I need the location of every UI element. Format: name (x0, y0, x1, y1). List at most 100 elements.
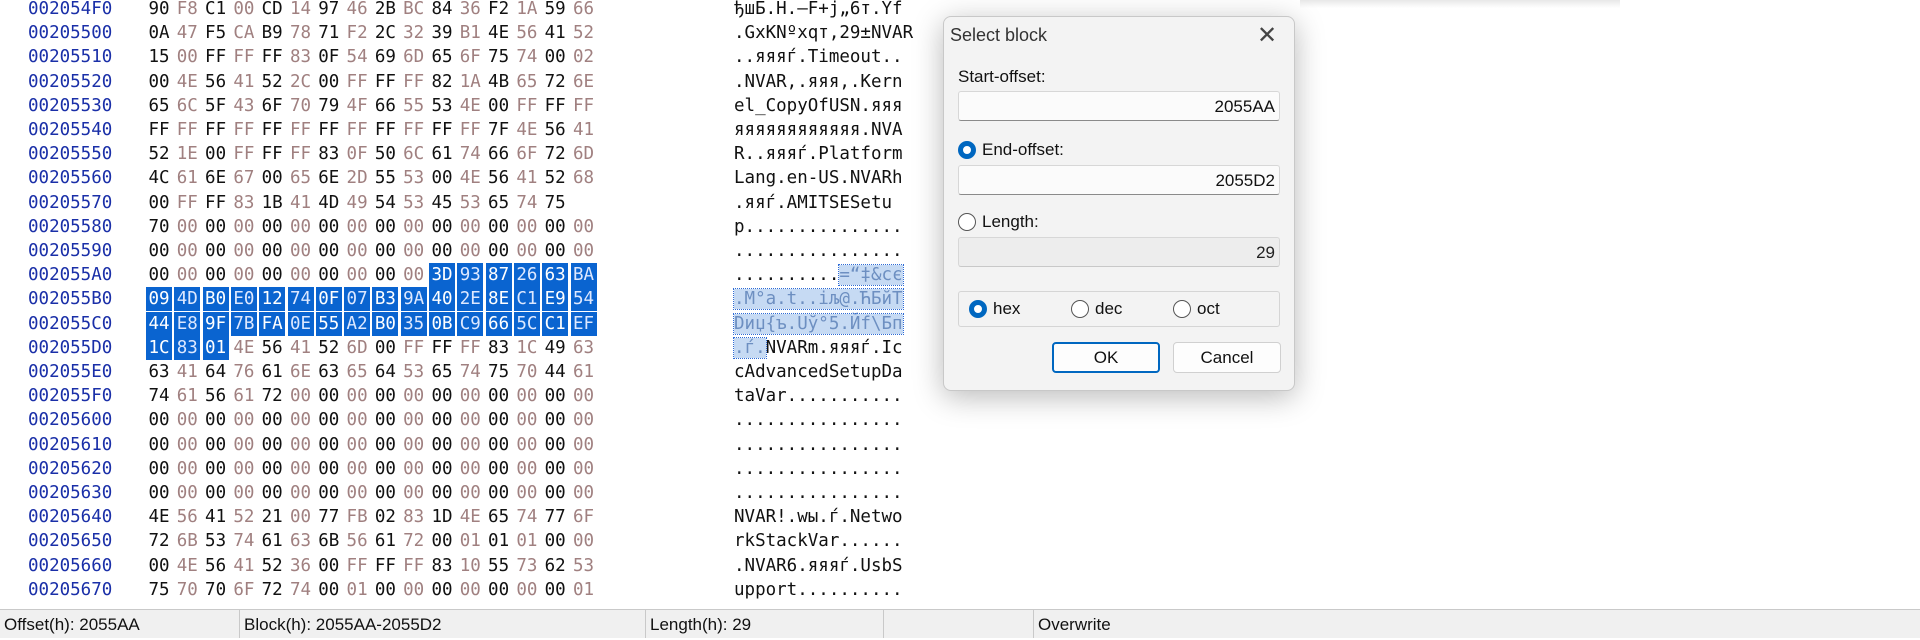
hex-byte[interactable]: 74 (514, 191, 540, 215)
hex-byte[interactable]: 4E (457, 94, 483, 118)
hex-byte[interactable]: 00 (571, 215, 597, 239)
hex-byte[interactable]: 73 (514, 554, 540, 578)
hex-byte[interactable]: 7F (486, 118, 512, 142)
hex-byte[interactable]: 53 (401, 360, 427, 384)
hex-byte[interactable]: 65 (486, 505, 512, 529)
hex-byte[interactable]: 00 (231, 263, 257, 287)
hex-byte[interactable]: 56 (259, 336, 285, 360)
hex-byte[interactable]: B3 (372, 287, 399, 312)
hex-byte[interactable]: 00 (259, 166, 285, 190)
length-radio[interactable] (958, 213, 976, 231)
hex-byte[interactable]: 61 (259, 529, 285, 553)
hex-byte[interactable]: 00 (486, 239, 512, 263)
hex-byte[interactable]: 00 (231, 239, 257, 263)
hex-byte[interactable]: 00 (401, 457, 427, 481)
hex-byte[interactable]: 72 (146, 529, 172, 553)
hex-byte[interactable]: 00 (231, 481, 257, 505)
hex-byte[interactable]: 01 (202, 335, 229, 360)
hex-byte[interactable]: 01 (344, 578, 370, 602)
hex-byte[interactable]: BC (401, 0, 427, 21)
hex-byte[interactable]: 54 (570, 287, 597, 312)
hex-byte[interactable]: 01 (486, 529, 512, 553)
hex-byte[interactable]: FF (259, 142, 285, 166)
hex-byte[interactable]: 10 (457, 554, 483, 578)
hex-byte[interactable]: 00 (486, 578, 512, 602)
hex-byte[interactable]: 55 (401, 94, 427, 118)
ascii-column[interactable]: NVAR!.wы.ѓ.Netwo (734, 505, 903, 529)
hex-byte[interactable]: 1E (174, 142, 200, 166)
hex-byte[interactable]: 00 (146, 263, 172, 287)
hex-byte[interactable]: 00 (401, 578, 427, 602)
hex-byte[interactable]: 00 (259, 433, 285, 457)
hex-byte[interactable]: 4E (231, 336, 257, 360)
hex-byte[interactable]: 1C (146, 335, 172, 360)
hex-byte[interactable]: 77 (316, 505, 342, 529)
hex-byte[interactable]: 41 (174, 360, 200, 384)
hex-byte[interactable]: 00 (231, 457, 257, 481)
hex-byte[interactable]: 56 (514, 21, 540, 45)
hex-byte[interactable]: 00 (203, 142, 229, 166)
hex-byte[interactable]: 00 (514, 215, 540, 239)
hex-byte[interactable]: 72 (542, 142, 568, 166)
hex-byte[interactable]: 70 (174, 578, 200, 602)
hex-byte[interactable]: 6D (401, 45, 427, 69)
hex-byte[interactable]: 00 (514, 457, 540, 481)
hex-byte[interactable]: 83 (231, 191, 257, 215)
hex-byte[interactable]: F8 (174, 0, 200, 21)
hex-byte[interactable]: 6F (514, 142, 540, 166)
hex-byte[interactable]: 4E (174, 70, 200, 94)
hex-byte[interactable]: 00 (486, 408, 512, 432)
hex-byte[interactable]: 1B (259, 191, 285, 215)
ok-button[interactable]: OK (1052, 342, 1160, 373)
hex-byte[interactable]: F2 (486, 0, 512, 21)
hex-byte[interactable]: 00 (457, 457, 483, 481)
hex-byte[interactable]: 00 (146, 481, 172, 505)
hex-byte[interactable]: FF (457, 118, 483, 142)
hex-byte[interactable]: 00 (429, 481, 455, 505)
hex-byte[interactable]: 00 (259, 239, 285, 263)
hex-byte[interactable]: 6D (571, 142, 597, 166)
hex-byte[interactable]: 00 (429, 384, 455, 408)
hex-byte[interactable]: 00 (231, 215, 257, 239)
hex-byte[interactable]: FF (203, 118, 229, 142)
hex-byte[interactable]: 72 (259, 384, 285, 408)
hex-byte[interactable]: 79 (316, 94, 342, 118)
hex-byte[interactable]: FF (457, 336, 483, 360)
hex-byte[interactable]: 6E (288, 360, 314, 384)
hex-byte[interactable]: 00 (146, 70, 172, 94)
hex-byte[interactable]: 6D (344, 336, 370, 360)
hex-byte[interactable]: B0 (372, 311, 399, 336)
hex-byte[interactable]: 00 (174, 45, 200, 69)
ascii-column[interactable]: .ѓ.NVARm.яяяѓ.Ic (733, 336, 903, 360)
ascii-column[interactable]: taVar........... (734, 384, 903, 408)
hex-byte[interactable]: 00 (429, 239, 455, 263)
hex-byte[interactable]: 46 (344, 0, 370, 21)
hex-byte[interactable]: 00 (372, 433, 398, 457)
hex-byte[interactable]: 36 (457, 0, 483, 21)
hex-byte[interactable]: FF (372, 70, 398, 94)
hex-byte[interactable]: 65 (429, 45, 455, 69)
hex-byte[interactable]: 0F (316, 45, 342, 69)
hex-byte[interactable]: FF (231, 45, 257, 69)
hex-byte[interactable]: FF (401, 70, 427, 94)
ascii-column[interactable]: rkStackVar...... (734, 529, 903, 553)
hex-byte[interactable]: 56 (344, 529, 370, 553)
hex-byte[interactable]: 65 (146, 94, 172, 118)
hex-byte[interactable]: 6E (203, 166, 229, 190)
hex-byte[interactable]: 00 (514, 433, 540, 457)
hex-byte[interactable]: 14 (288, 0, 314, 21)
hex-byte[interactable]: 00 (344, 433, 370, 457)
hex-byte[interactable]: 00 (457, 215, 483, 239)
hex-byte[interactable]: 1D (429, 505, 455, 529)
hex-byte[interactable]: 00 (542, 433, 568, 457)
hex-byte[interactable]: 4C (146, 166, 172, 190)
hex-byte[interactable]: FF (146, 118, 172, 142)
hex-byte[interactable]: 55 (486, 554, 512, 578)
hex-byte[interactable]: 49 (344, 191, 370, 215)
hex-byte[interactable]: 61 (174, 166, 200, 190)
start-offset-field[interactable]: 2055AA (958, 91, 1280, 121)
hex-byte[interactable]: 00 (429, 166, 455, 190)
hex-byte[interactable]: 83 (486, 336, 512, 360)
hex-byte[interactable]: 53 (429, 94, 455, 118)
hex-byte[interactable]: 6B (316, 529, 342, 553)
